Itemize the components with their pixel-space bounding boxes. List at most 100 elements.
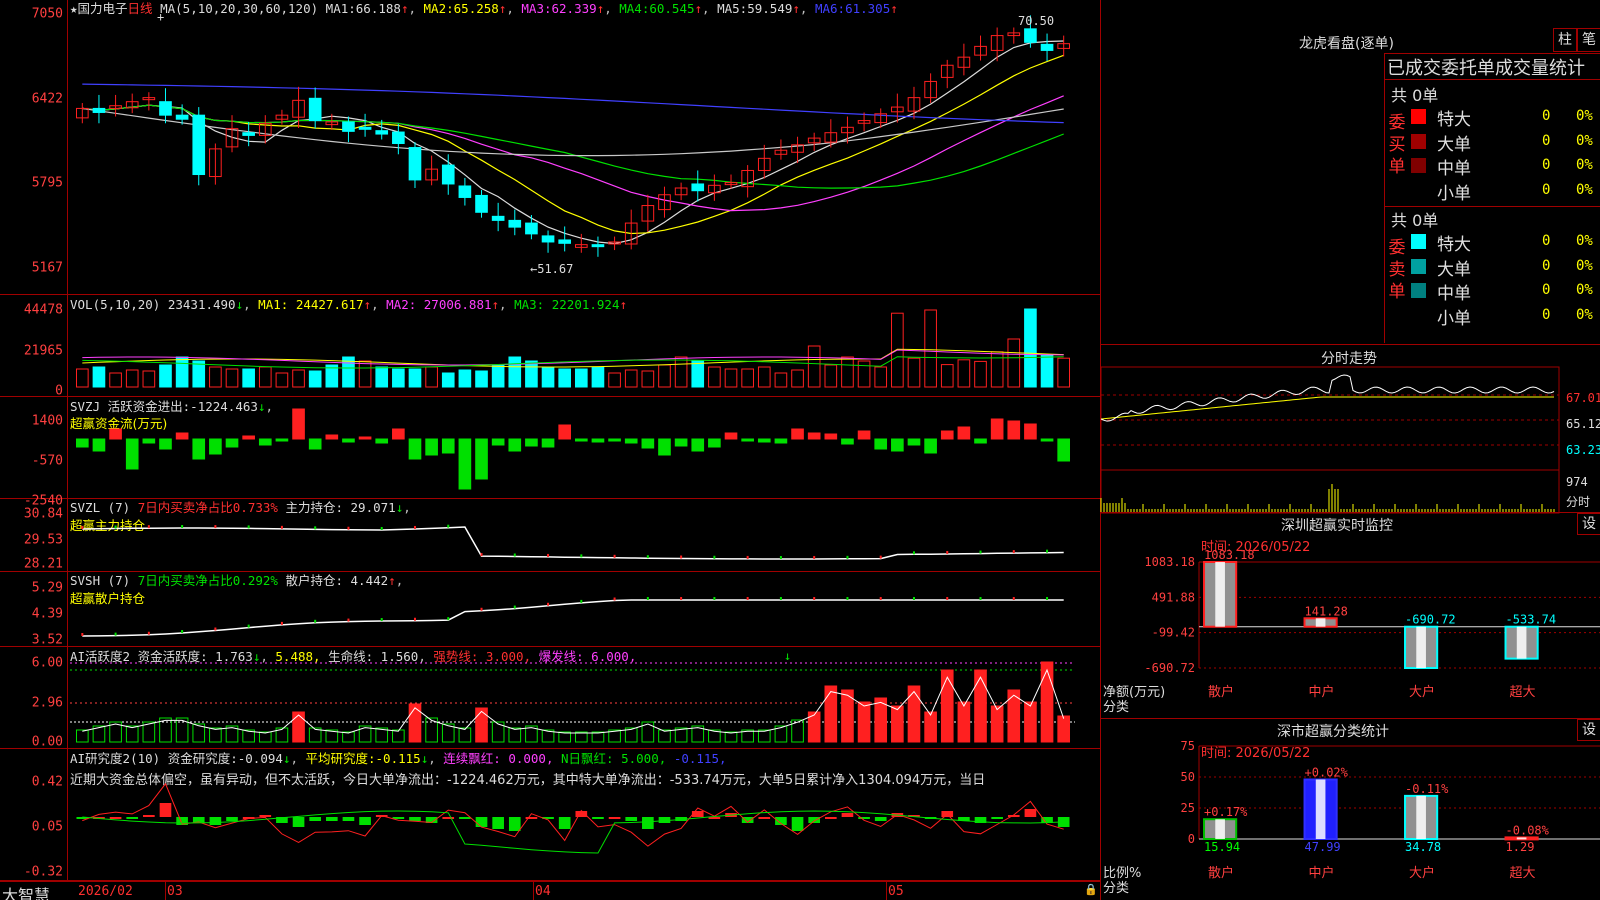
ai1-bar [392, 729, 405, 743]
indicator-tick [380, 618, 383, 622]
sz-monitor-panel[interactable]: 深圳超赢实时监控 设 时间: 2026/05/22 1083.18 491.88-… [1101, 513, 1600, 719]
svsh-chart[interactable] [0, 572, 1100, 647]
indicator-tick [547, 602, 550, 606]
lhb-row-count: 0 [1542, 233, 1551, 249]
indicator-tick [480, 607, 483, 611]
ai2-bar [342, 817, 355, 821]
lhb-row-label: 特大 [1437, 110, 1471, 130]
kline-chart[interactable] [0, 0, 1100, 295]
candle-down [375, 130, 389, 135]
svzj-bar [558, 424, 572, 440]
svzj-bar [674, 438, 688, 447]
svzj-bar [741, 438, 754, 442]
lhb-row-label: 小单 [1437, 183, 1471, 204]
svzj-bar [375, 438, 389, 444]
indicator-line [82, 526, 1064, 560]
total-sell: 共 0单 [1391, 211, 1439, 230]
sz-class-panel[interactable]: 深市超赢分类统计 设 时间: 2026/05/22 75 50 25 0 +0.17% 1… [1101, 719, 1600, 900]
svzj-bar [125, 438, 139, 470]
vol-bar [658, 364, 671, 388]
color-swatch [1411, 258, 1426, 274]
candle-down [1040, 43, 1054, 51]
ai2-bar [492, 817, 504, 829]
svzj-bar [491, 438, 505, 446]
vol-bar [624, 369, 638, 388]
ai1-bar [857, 701, 871, 743]
indicator-tick [181, 630, 184, 634]
vol-bar [574, 368, 588, 388]
indicator-tick [813, 555, 816, 559]
svzj-bar [425, 438, 438, 456]
lhb-row-count: 0 [1542, 157, 1551, 173]
ai1-chart[interactable] [0, 647, 1100, 749]
vol-bar [1024, 308, 1037, 388]
ai2-bar [1024, 809, 1037, 817]
tick-mode-button[interactable]: 笔 [1577, 28, 1600, 52]
candle-down [491, 215, 505, 221]
vol-bar [441, 372, 455, 388]
vol-bar [392, 368, 405, 388]
svzj-bar [242, 435, 255, 440]
svzj-chart[interactable] [0, 397, 1100, 499]
indicator-tick [214, 525, 217, 529]
vol-bar [1040, 354, 1054, 388]
lock-icon[interactable]: 🔒 [1084, 883, 1098, 896]
indicator-tick [779, 555, 782, 559]
sell-rows: 特大 0 0% 大单 0 0% 中单 0 0% 小单 0 0% [1409, 229, 1600, 329]
indicator-tick [181, 525, 184, 529]
value-bar-shine [1315, 618, 1326, 627]
low-price-label: ←51.67 [530, 262, 574, 276]
vol-pane[interactable]: 44478 21965 0 VOL(5,10,20) 23431.490↓, M… [0, 295, 1100, 399]
vol-bar [209, 366, 222, 388]
svsh-pane[interactable]: 5.29 4.39 3.52 SVSH (7) 7日内买卖净占比0.292% 散… [0, 572, 1100, 648]
y-tick: 63.23 [1566, 443, 1600, 457]
sz-class-chart[interactable]: 75 50 25 0 +0.17% 15.94 散户 +0.02% 47.99 中户 -0.11% 3… [1101, 719, 1600, 900]
candle-down [508, 219, 522, 228]
fenshi-panel[interactable]: 分时走势 67.01 65.12 63.23 974 分时 [1100, 345, 1600, 514]
svzl-pane[interactable]: 30.84 29.53 28.21 SVZL (7) 7日内买卖净占比0.733… [0, 499, 1100, 572]
vol-chart[interactable] [0, 295, 1100, 397]
x-axis-bar[interactable]: 大智慧 2026/02 03 04 05 🔒 [0, 881, 1100, 900]
indicator-tick [1012, 550, 1015, 554]
ai2-pane[interactable]: 0.42 0.05 -0.32 AI研究度2(10) 资金研究度:-0.094↓… [0, 749, 1100, 881]
svzj-bar [1057, 438, 1071, 462]
vol-bar [475, 370, 488, 388]
svzj-bar [957, 426, 971, 440]
ai2-bar [592, 817, 604, 819]
ai1-bar [757, 729, 771, 743]
vol-bar [708, 366, 721, 388]
category-label: 超大 [1510, 685, 1536, 700]
y-tick: 50 [1181, 770, 1195, 784]
svzl-chart[interactable] [0, 499, 1100, 572]
svzj-pane[interactable]: 1400 -570 -2540 SVZJ 活跃资金进出:-1224.463↓, … [0, 397, 1100, 509]
svzj-bar [774, 438, 788, 444]
vol-bar [907, 357, 921, 388]
ai2-bar [625, 817, 638, 821]
vol-bar [192, 360, 206, 388]
color-swatch [1411, 158, 1426, 173]
svzj-bar [308, 438, 322, 450]
candle-down [308, 97, 322, 122]
svzj-bar [441, 438, 455, 454]
sell-side-label: 委卖单 [1388, 238, 1406, 302]
ai2-bar [874, 817, 887, 821]
indicator-tick [646, 555, 649, 559]
candle-down [358, 126, 372, 130]
ai2-bar [143, 815, 155, 817]
ma-line-6 [82, 83, 1064, 124]
ai2-chart[interactable] [0, 749, 1100, 881]
ai1-pane[interactable]: 6.00 2.96 0.00 AI活跃度2 资金活跃度: 1.763↓, 5.4… [0, 647, 1100, 750]
kline-pane[interactable]: 7050 6422 5795 5167 ★国力电子日线 MA(5,10,20,3… [0, 0, 1100, 295]
svzj-bar [225, 438, 239, 448]
vol-bar [225, 368, 239, 388]
value-label: -533.74 [1506, 613, 1557, 627]
fenshi-chart[interactable] [1100, 345, 1600, 514]
indicator-tick [81, 633, 84, 636]
sz-monitor-chart[interactable]: 1083.18 491.88 -99.42 -690.72 1083.18 散户 141.2… [1101, 513, 1600, 719]
bar-mode-button[interactable]: 柱 [1553, 28, 1577, 52]
indicator-tick [946, 597, 949, 600]
vol-bar [774, 372, 788, 388]
indicator-tick [513, 553, 516, 557]
vol-bar [292, 369, 305, 388]
vol-bar [142, 370, 156, 388]
